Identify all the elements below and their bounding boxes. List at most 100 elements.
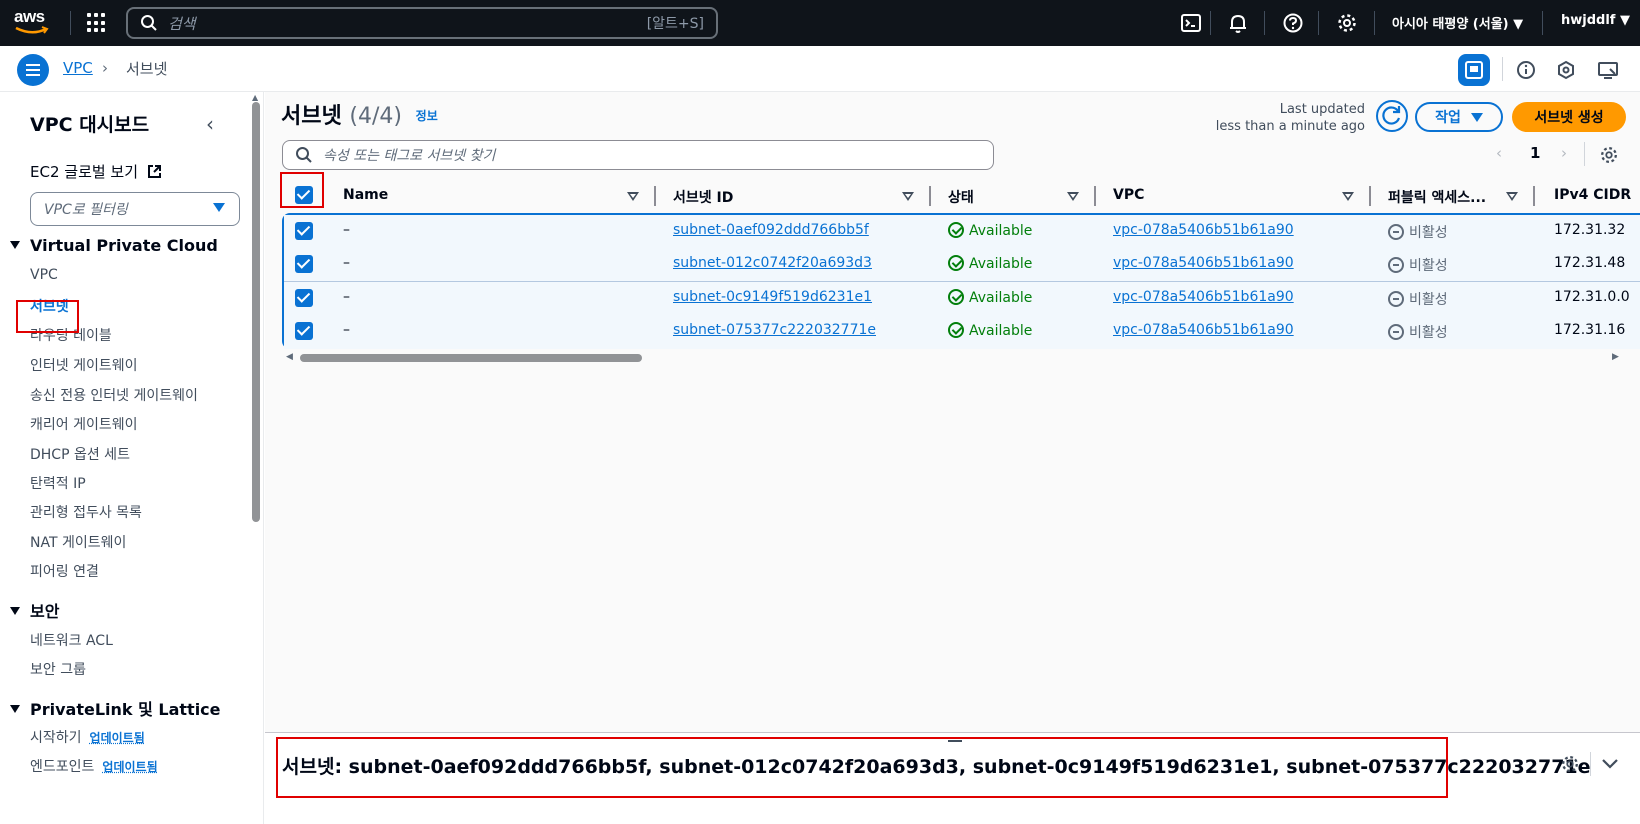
vpc-filter-select[interactable]: VPC로 필터링 bbox=[30, 192, 240, 226]
account-name: hwjddlf bbox=[1561, 13, 1615, 28]
column-resizer[interactable] bbox=[1369, 186, 1371, 206]
breadcrumb-vpc-link[interactable]: VPC bbox=[63, 59, 93, 77]
column-resizer[interactable] bbox=[1533, 186, 1535, 206]
sidebar-item-endpoints[interactable]: 엔드포인트 업데이트됨 bbox=[30, 756, 158, 776]
sidebar-item-egress-only-igw[interactable]: 송신 전용 인터넷 게이트웨이 bbox=[30, 385, 198, 405]
sidebar-item-vpc[interactable]: VPC bbox=[30, 267, 58, 283]
table-row[interactable]: – subnet-075377c222032771e Available vpc… bbox=[284, 315, 1640, 349]
column-header-public-access[interactable]: 퍼블릭 액세스... bbox=[1388, 187, 1486, 207]
table-row[interactable]: – subnet-0c9149f519d6231e1 Available vpc… bbox=[284, 282, 1640, 316]
info-panel-button[interactable] bbox=[1510, 54, 1542, 86]
check-circle-icon bbox=[948, 289, 964, 305]
nav-divider bbox=[1210, 11, 1211, 35]
info-icon bbox=[1516, 60, 1536, 80]
sidebar-item-dhcp-options[interactable]: DHCP 옵션 세트 bbox=[30, 444, 130, 464]
table-preferences-gear-icon[interactable] bbox=[1599, 145, 1619, 165]
sort-icon[interactable] bbox=[1342, 192, 1354, 201]
cell-subnet-id-link[interactable]: subnet-075377c222032771e bbox=[673, 322, 876, 338]
collapse-split-panel-chevron-down-icon[interactable] bbox=[1598, 752, 1622, 776]
cell-ipv4-cidr: 172.31.0.0 bbox=[1554, 289, 1630, 305]
row-checkbox[interactable] bbox=[295, 322, 313, 340]
search-icon bbox=[140, 14, 158, 32]
column-header-name[interactable]: Name bbox=[343, 187, 388, 203]
sidebar-item-nat-gateways[interactable]: NAT 게이트웨이 bbox=[30, 532, 126, 552]
feedback-button[interactable] bbox=[1592, 54, 1624, 86]
region-selector[interactable]: 아시아 태평양 (서울) ▼ bbox=[1392, 13, 1523, 32]
sort-icon[interactable] bbox=[902, 192, 914, 201]
row-checkbox[interactable] bbox=[295, 222, 313, 240]
account-menu[interactable]: hwjddlf ▼ bbox=[1561, 13, 1630, 28]
sidebar-title[interactable]: VPC 대시보드 bbox=[30, 110, 149, 137]
sidebar-item-getting-started[interactable]: 시작하기 업데이트됨 bbox=[30, 727, 145, 747]
column-resizer[interactable] bbox=[1094, 186, 1096, 206]
cell-vpc-link[interactable]: vpc-078a5406b51b61a90 bbox=[1113, 322, 1294, 338]
collapse-sidebar-icon[interactable]: ‹ bbox=[206, 112, 214, 136]
sidebar-item-elastic-ip[interactable]: 탄력적 IP bbox=[30, 473, 86, 493]
section-virtual-private-cloud[interactable]: Virtual Private Cloud bbox=[10, 236, 218, 255]
cell-vpc-link[interactable]: vpc-078a5406b51b61a90 bbox=[1113, 289, 1294, 305]
sort-icon[interactable] bbox=[627, 192, 639, 201]
cell-vpc-link[interactable]: vpc-078a5406b51b61a90 bbox=[1113, 255, 1294, 271]
column-header-ipv4-cidr[interactable]: IPv4 CIDR bbox=[1554, 187, 1631, 203]
aws-logo[interactable]: aws bbox=[14, 8, 54, 38]
sidebar-item-security-groups[interactable]: 보안 그룹 bbox=[30, 659, 86, 679]
divider bbox=[1590, 752, 1591, 776]
sidebar-item-internet-gateways[interactable]: 인터넷 게이트웨이 bbox=[30, 355, 138, 375]
row-checkbox[interactable] bbox=[295, 289, 313, 307]
hexagon-icon bbox=[1556, 60, 1576, 80]
section-security[interactable]: 보안 bbox=[10, 598, 59, 622]
settings-gear-icon[interactable] bbox=[1336, 12, 1358, 34]
cell-name: – bbox=[343, 289, 350, 305]
sidebar-item-carrier-gateways[interactable]: 캐리어 게이트웨이 bbox=[30, 414, 138, 434]
scroll-right-arrow-icon[interactable]: ▶ bbox=[1612, 352, 1619, 362]
cell-vpc-link[interactable]: vpc-078a5406b51b61a90 bbox=[1113, 222, 1294, 238]
previous-page-icon[interactable]: ‹ bbox=[1496, 144, 1502, 162]
next-page-icon[interactable]: › bbox=[1561, 144, 1567, 162]
sidebar-item-prefix-lists[interactable]: 관리형 접두사 목록 bbox=[30, 502, 142, 522]
services-grid-icon[interactable] bbox=[87, 13, 107, 33]
last-updated-value: less than a minute ago bbox=[1180, 118, 1365, 135]
sidebar-item-peering[interactable]: 피어링 연결 bbox=[30, 561, 99, 581]
sort-icon[interactable] bbox=[1506, 192, 1518, 201]
table-row[interactable]: – subnet-0aef092ddd766bb5f Available vpc… bbox=[284, 215, 1640, 249]
section-privatelink[interactable]: PrivateLink 및 Lattice bbox=[10, 696, 221, 720]
ec2-global-view-link[interactable]: EC2 글로벌 보기 bbox=[30, 161, 162, 182]
split-panel-toggle-button[interactable] bbox=[1458, 54, 1490, 86]
minus-circle-icon bbox=[1388, 291, 1404, 307]
column-header-state[interactable]: 상태 bbox=[948, 187, 974, 207]
expand-caret-icon bbox=[10, 705, 20, 713]
subnet-filter-input[interactable]: 속성 또는 태그로 서브넷 찾기 bbox=[282, 140, 994, 170]
cell-state: Available bbox=[948, 322, 1032, 339]
side-nav-toggle-button[interactable] bbox=[17, 54, 49, 86]
highlight-box-subnets-nav bbox=[16, 300, 79, 333]
cell-subnet-id-link[interactable]: subnet-0c9149f519d6231e1 bbox=[673, 289, 872, 305]
column-resizer[interactable] bbox=[654, 186, 656, 206]
global-search-input[interactable]: 검색 [알트+S] bbox=[126, 7, 718, 39]
cell-subnet-id-link[interactable]: subnet-0aef092ddd766bb5f bbox=[673, 222, 869, 238]
sidebar-item-network-acl[interactable]: 네트워크 ACL bbox=[30, 630, 113, 650]
page-number[interactable]: 1 bbox=[1530, 144, 1540, 162]
create-subnet-button[interactable]: 서브넷 생성 bbox=[1512, 102, 1626, 132]
column-header-vpc[interactable]: VPC bbox=[1113, 187, 1144, 203]
nav-divider bbox=[1318, 11, 1319, 35]
row-checkbox[interactable] bbox=[295, 255, 313, 273]
scroll-left-arrow-icon[interactable]: ◀ bbox=[286, 352, 293, 362]
table-row[interactable]: – subnet-012c0742f20a693d3 Available vpc… bbox=[284, 248, 1640, 282]
help-icon[interactable] bbox=[1282, 12, 1304, 34]
info-link[interactable]: 정보 bbox=[416, 109, 438, 123]
caret-down-icon bbox=[213, 203, 225, 212]
sidebar-scrollbar[interactable] bbox=[252, 102, 260, 522]
actions-dropdown-button[interactable]: 작업 bbox=[1415, 102, 1503, 132]
scroll-up-arrow-icon[interactable]: ▲ bbox=[252, 93, 258, 102]
cloudshell-icon[interactable] bbox=[1180, 12, 1202, 34]
actions-label: 작업 bbox=[1435, 107, 1461, 127]
sort-icon[interactable] bbox=[1067, 192, 1079, 201]
table-horizontal-scrollbar[interactable] bbox=[300, 354, 642, 362]
refresh-button[interactable] bbox=[1376, 100, 1408, 132]
cell-subnet-id-link[interactable]: subnet-012c0742f20a693d3 bbox=[673, 255, 872, 271]
hexagon-tools-button[interactable] bbox=[1550, 54, 1582, 86]
notifications-bell-icon[interactable] bbox=[1227, 12, 1249, 34]
column-resizer[interactable] bbox=[929, 186, 931, 206]
split-panel-settings-gear-icon[interactable] bbox=[1558, 752, 1582, 776]
column-header-subnet-id[interactable]: 서브넷 ID bbox=[673, 187, 733, 207]
